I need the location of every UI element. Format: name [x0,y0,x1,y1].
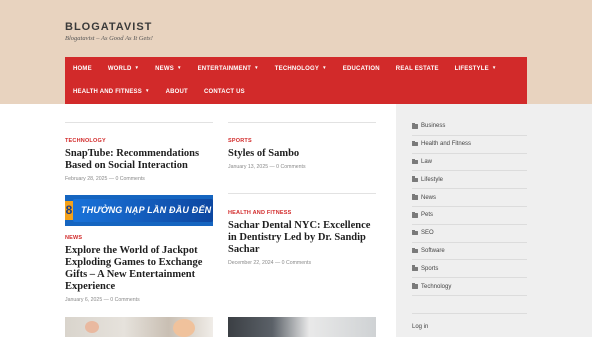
chevron-down-icon: ▼ [176,65,182,70]
category-label: Software [421,247,445,254]
site-title[interactable]: BLOGATAVIST [65,21,152,33]
folder-icon [412,247,418,254]
folder-icon [412,194,418,200]
post-title[interactable]: Explore the World of Jackpot Exploding G… [65,245,215,293]
post-meta: January 13, 2025 — 0 Comments [228,164,306,170]
divider [65,122,213,123]
nav-item-label: TECHNOLOGY [274,65,320,72]
main-content: TECHNOLOGY SnapTube: Recommendations Bas… [0,104,396,337]
category-item[interactable]: Health and Fitness [412,136,527,154]
nav-item-label: HEALTH AND FITNESS [73,88,142,95]
login-link[interactable]: Log in [412,324,428,330]
post-card: TECHNOLOGY SnapTube: Recommendations Bas… [65,138,215,182]
post-card: HEALTH AND FITNESS Sachar Dental NYC: Ex… [228,210,378,266]
folder-icon [412,176,418,183]
category-list: Business Health and Fitness Law Lifestyle Ne… [412,118,527,296]
folder-icon [412,283,418,289]
chevron-down-icon: ▼ [254,65,259,70]
folder-icon [412,123,418,129]
post-category[interactable]: TECHNOLOGY [65,138,215,144]
chevron-down-icon: ▼ [322,65,327,70]
nav-item-label: ABOUT [165,88,188,95]
nav-item-contact-us[interactable]: CONTACT US [196,80,253,103]
site-tagline: Blogatavist – As Good As It Gets! [65,35,153,42]
category-item[interactable]: Law [412,154,527,172]
post-title[interactable]: Sachar Dental NYC: Excellence in Dentist… [228,220,378,256]
post-meta: February 28, 2025 — 0 Comments [65,176,145,182]
category-item[interactable]: Pets [412,207,527,225]
category-item[interactable]: Technology [412,278,527,296]
sidebar: Business Health and Fitness Law Lifestyle Ne… [396,104,592,337]
category-item[interactable]: Sports [412,260,527,279]
category-label: News [421,194,437,201]
banner-badge: 8 [65,201,73,220]
nav-item-home[interactable]: HOME [65,57,100,80]
thumbnail-figure [173,319,195,337]
chevron-down-icon: ▼ [134,65,140,70]
category-label: Pets [421,212,434,219]
folder-icon [412,158,418,165]
category-item[interactable]: SEO [412,225,527,243]
chevron-down-icon: ▼ [491,65,497,70]
category-item[interactable]: News [412,189,527,207]
chevron-down-icon: ▼ [144,88,150,93]
post-thumbnail[interactable]: 8 THƯỞNG NẠP LẦN ĐẦU ĐẾN [65,195,213,226]
folder-icon [412,212,418,218]
nav-item-world[interactable]: WORLD ▼ [100,57,147,80]
nav-item-entertainment[interactable]: ENTERTAINMENT ▼ [190,57,267,80]
nav-item-technology[interactable]: TECHNOLOGY ▼ [267,57,335,80]
category-label: Law [421,158,433,165]
category-label: Lifestyle [421,176,444,183]
post-title[interactable]: SnapTube: Recommendations Based on Socia… [65,148,215,172]
nav-item-label: NEWS [155,65,174,72]
nav-item-real-estate[interactable]: REAL ESTATE [388,57,447,80]
nav-item-label: EDUCATION [342,65,380,72]
category-label: Business [421,123,446,130]
nav-item-health-and-fitness[interactable]: HEALTH AND FITNESS ▼ [65,80,158,103]
nav-item-news[interactable]: NEWS ▼ [147,57,189,80]
category-item[interactable]: Software [412,243,527,261]
category-label: Technology [421,283,452,290]
folder-icon [412,140,418,147]
post-thumbnail[interactable] [228,317,376,337]
nav-row-secondary: HEALTH AND FITNESS ▼ ABOUT CONTACT US [65,80,253,103]
post-thumbnail[interactable] [65,317,213,337]
post-meta: January 6, 2025 — 0 Comments [65,297,140,303]
category-label: Sports [421,265,439,272]
divider [228,193,376,194]
category-label: Health and Fitness [421,141,472,148]
post-category[interactable]: HEALTH AND FITNESS [228,210,378,216]
folder-icon [412,265,418,272]
post-meta: December 22, 2024 — 0 Comments [228,260,312,266]
divider [412,313,527,314]
post-category[interactable]: NEWS [65,235,215,241]
nav-row-primary: HOME WORLD ▼ NEWS ▼ ENTERTAINMENT ▼ TECHNOLOGY ▼… [65,57,504,80]
nav-item-label: REAL ESTATE [395,65,439,72]
post-card: SPORTS Styles of Sambo January 13, 2025 … [228,138,378,170]
post-card: NEWS Explore the World of Jackpot Explod… [65,235,215,303]
category-item[interactable]: Lifestyle [412,171,527,190]
nav-item-label: HOME [73,65,92,72]
post-category[interactable]: SPORTS [228,138,378,144]
category-item[interactable]: Business [412,118,527,136]
nav-item-about[interactable]: ABOUT [158,80,196,103]
nav-item-education[interactable]: EDUCATION [335,57,388,80]
nav-item-label: WORLD [107,65,132,72]
divider [228,122,376,123]
nav-item-lifestyle[interactable]: LIFESTYLE ▼ [447,57,505,80]
category-label: SEO [421,230,434,237]
nav-item-label: ENTERTAINMENT [197,65,252,72]
folder-icon [412,229,418,236]
nav-item-label: LIFESTYLE [454,65,489,72]
thumbnail-figure [85,321,99,333]
post-title[interactable]: Styles of Sambo [228,148,378,160]
main-navigation: HOME WORLD ▼ NEWS ▼ ENTERTAINMENT ▼ TECHNOLOGY ▼… [65,57,527,104]
banner-text: THƯỞNG NẠP LẦN ĐẦU ĐẾN [81,205,212,215]
nav-item-label: CONTACT US [203,88,245,95]
